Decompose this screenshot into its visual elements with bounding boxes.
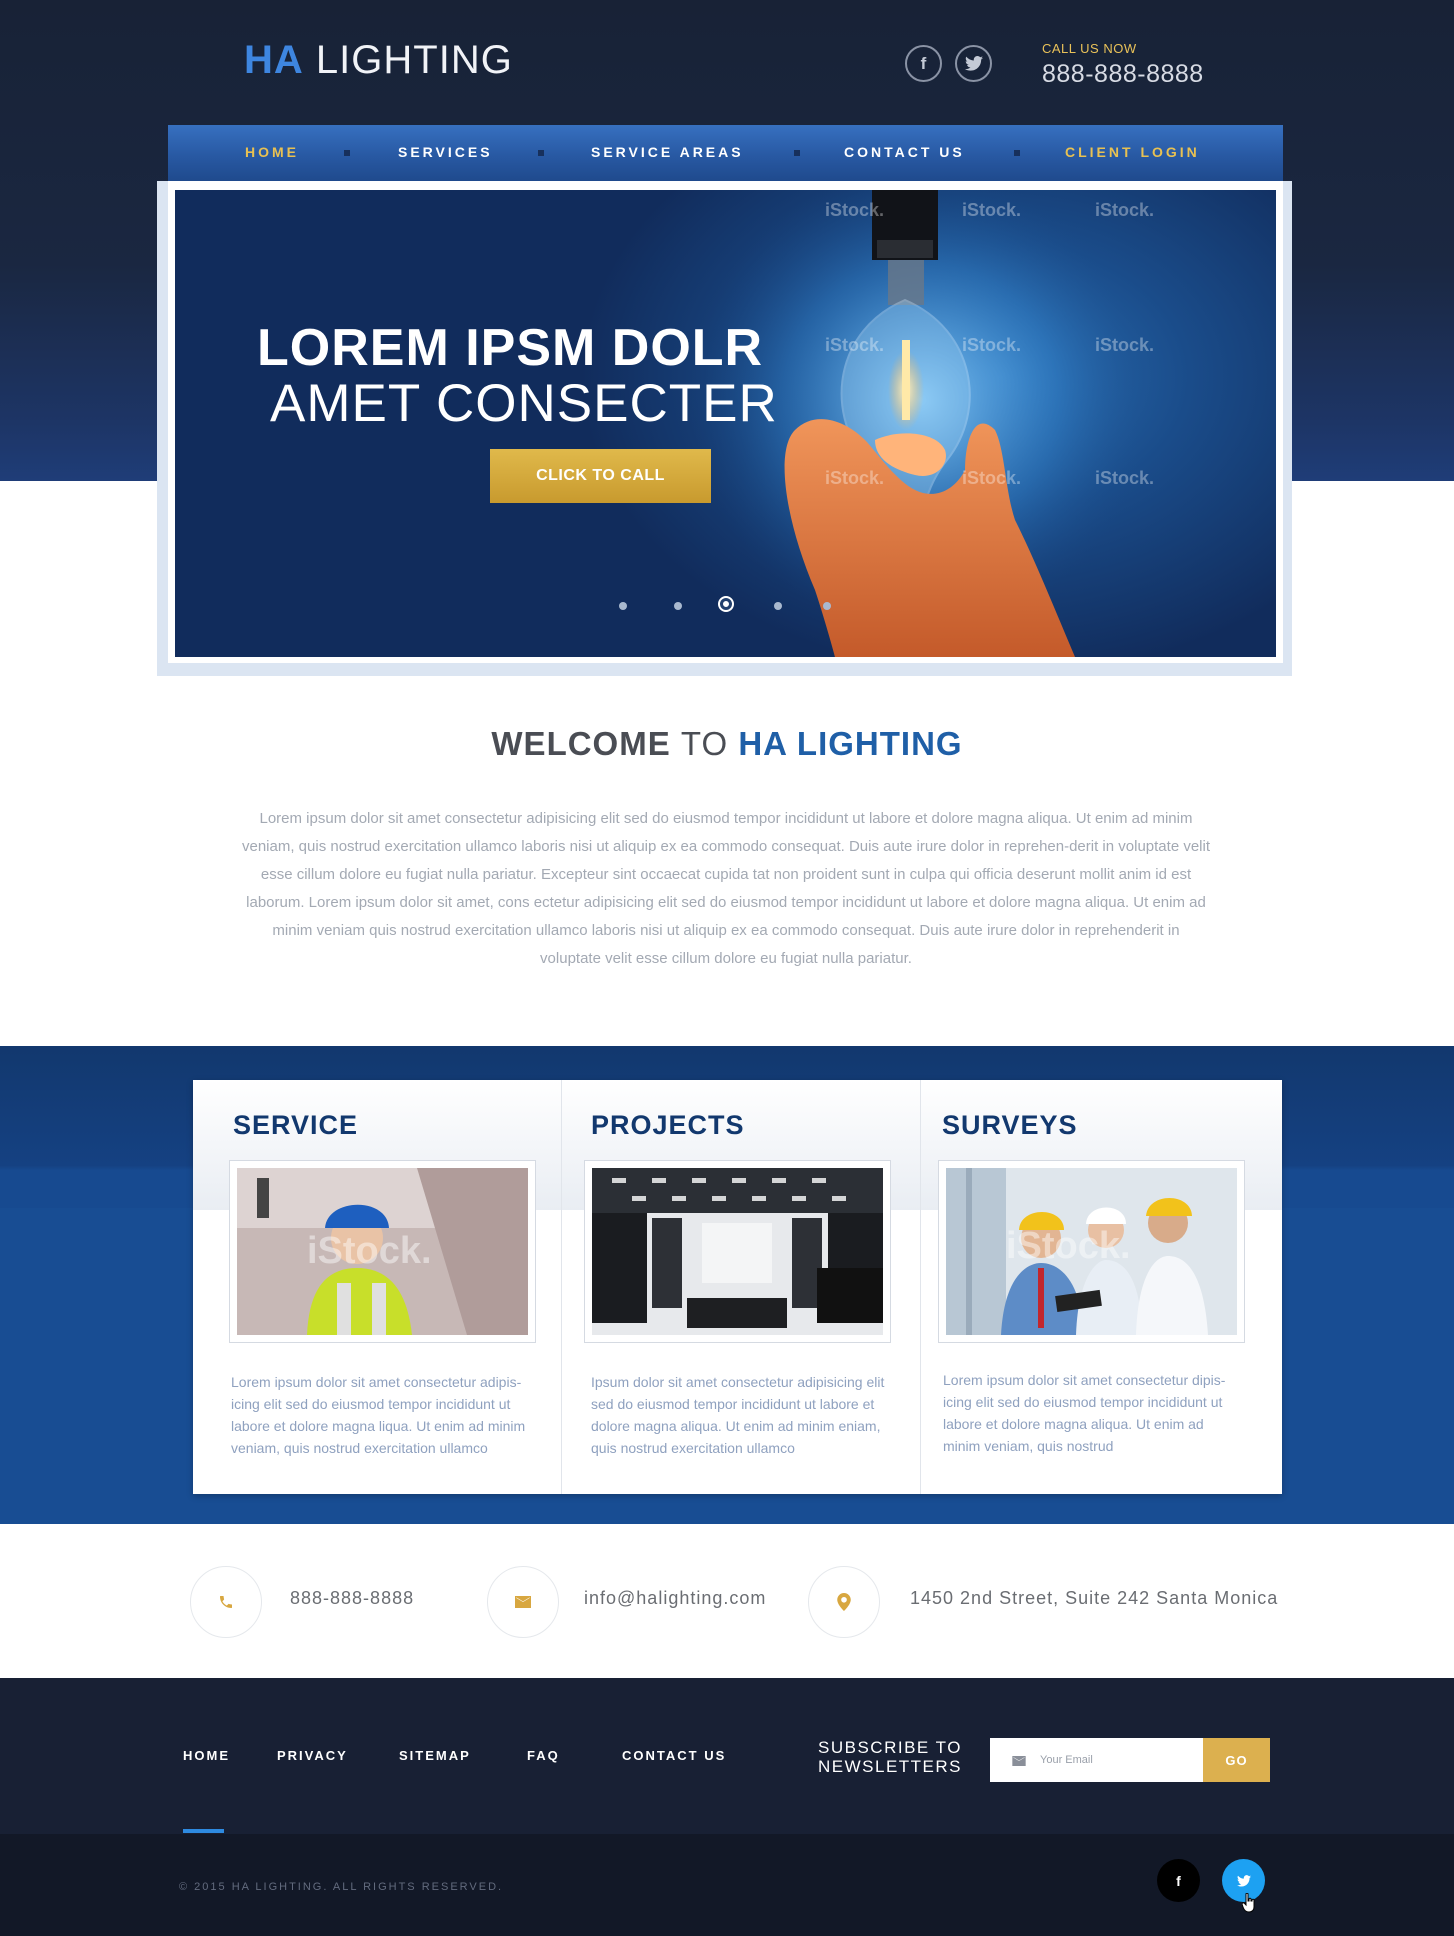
welcome-body-text: Lorem ipsum dolor sit amet consectetur a… <box>241 810 1210 967</box>
card-description: Lorem ipsum dolor sit amet consectetur a… <box>231 1374 526 1456</box>
feature-cards: SERVICE iStock. Lorem ipsum dolor sit am… <box>193 1080 1282 1494</box>
welcome-heading: WELCOME TO HA LIGHTING <box>0 725 1454 763</box>
facebook-icon[interactable]: f <box>905 45 942 82</box>
card-surveys[interactable]: SURVEYS iStock. Lorem ipsum dolor sit am… <box>920 1080 1282 1494</box>
phone-icon <box>190 1566 262 1638</box>
envelope-glyph <box>515 1596 531 1608</box>
nav-services[interactable]: SERVICES <box>398 144 493 160</box>
watermark-text: iStock. <box>825 335 885 355</box>
hand-cursor-icon <box>1242 1893 1255 1913</box>
footer-link-sitemap[interactable]: SITEMAP <box>399 1748 471 1763</box>
welcome-brand: HA LIGHTING <box>738 725 963 762</box>
envelope-icon <box>1012 1754 1026 1769</box>
page: HA LIGHTING f CALL US NOW 888-888-8888 H… <box>0 0 1454 1936</box>
nav-separator <box>538 150 544 156</box>
electrician-photo: iStock. <box>237 1168 528 1335</box>
twitter-bird-glyph <box>964 56 983 71</box>
card-description: Lorem ipsum dolor sit amet consectetur d… <box>943 1372 1226 1454</box>
footer-active-indicator <box>183 1829 224 1833</box>
watermark-text: iStock. <box>962 335 1022 355</box>
twitter-bird-glyph <box>1236 1874 1251 1887</box>
logo-text: LIGHTING <box>315 38 513 82</box>
watermark-text: iStock. <box>1095 335 1155 355</box>
card-title: SERVICE <box>233 1110 359 1140</box>
watermark-text: iStock. <box>962 200 1022 220</box>
card-image-frame: iStock. <box>229 1160 536 1343</box>
watermark-text: iStock. <box>825 200 885 220</box>
header-phone-number[interactable]: 888-888-8888 <box>1042 60 1204 89</box>
nav-home[interactable]: HOME <box>245 144 299 160</box>
watermark-text: iStock. <box>962 468 1022 488</box>
footer-link-home[interactable]: HOME <box>183 1748 230 1763</box>
newsletter-email-input[interactable] <box>1040 1738 1200 1782</box>
slider-dot[interactable] <box>823 602 831 610</box>
copyright-text: © 2015 HA LIGHTING. ALL RIGHTS RESERVED. <box>179 1881 504 1893</box>
card-title: SURVEYS <box>942 1110 1078 1140</box>
store-interior-photo <box>592 1168 883 1335</box>
twitter-icon[interactable] <box>955 45 992 82</box>
slider-dot[interactable] <box>774 602 782 610</box>
welcome-to: TO <box>680 725 729 762</box>
card-image-frame <box>584 1160 891 1343</box>
contact-phone[interactable]: 888-888-8888 <box>290 1588 414 1609</box>
map-pin-glyph <box>837 1593 851 1611</box>
call-us-label: CALL US NOW <box>1042 41 1137 56</box>
facebook-glyph: f <box>920 53 927 73</box>
click-to-call-button[interactable]: CLICK TO CALL <box>490 449 711 503</box>
map-pin-icon <box>808 1566 880 1638</box>
card-projects[interactable]: PROJECTS Ipsum dolor sit amet consectetu… <box>561 1080 920 1494</box>
subscribe-label: SUBSCRIBE TO NEWSLETTERS <box>818 1738 962 1776</box>
main-nav: HOME SERVICES SERVICE AREAS CONTACT US C… <box>168 125 1283 181</box>
card-description: Ipsum dolor sit amet consectetur adipisi… <box>591 1374 885 1456</box>
hero-headline: LOREM IPSM DOLR <box>257 319 764 377</box>
slider-dot[interactable] <box>619 602 627 610</box>
footer-link-faq[interactable]: FAQ <box>527 1748 560 1763</box>
engineers-photo: iStock. <box>946 1168 1237 1335</box>
nav-client-login[interactable]: CLIENT LOGIN <box>1065 144 1200 160</box>
footer-link-privacy[interactable]: PRIVACY <box>277 1748 348 1763</box>
facebook-icon[interactable]: f <box>1157 1859 1200 1902</box>
logo-bold: HA <box>244 38 304 82</box>
envelope-icon <box>487 1566 559 1638</box>
nav-separator <box>794 150 800 156</box>
contact-email[interactable]: info@halighting.com <box>584 1588 766 1609</box>
card-title: PROJECTS <box>591 1110 745 1140</box>
nav-service-areas[interactable]: SERVICE AREAS <box>591 144 744 160</box>
nav-separator <box>344 150 350 156</box>
envelope-glyph <box>1012 1756 1026 1766</box>
logo[interactable]: HA LIGHTING <box>244 38 513 83</box>
watermark-text: iStock. <box>1006 1225 1131 1267</box>
nav-separator <box>1014 150 1020 156</box>
slider-dot[interactable] <box>674 602 682 610</box>
newsletter-go-button[interactable]: GO <box>1203 1738 1270 1782</box>
nav-contact-us[interactable]: CONTACT US <box>844 144 965 160</box>
subscribe-line-2: NEWSLETTERS <box>818 1757 963 1776</box>
watermark-text: iStock. <box>307 1230 432 1272</box>
watermark-text: iStock. <box>1095 468 1155 488</box>
hero-slider[interactable]: iStock. iStock. iStock. iStock. iStock. … <box>175 190 1276 657</box>
watermark-text: iStock. <box>1095 200 1155 220</box>
phone-glyph <box>220 1596 232 1608</box>
slider-dot-active[interactable] <box>720 598 732 610</box>
contact-address: 1450 2nd Street, Suite 242 Santa Monica <box>910 1588 1279 1608</box>
subscribe-line-1: SUBSCRIBE TO <box>818 1738 962 1757</box>
card-image-frame: iStock. <box>938 1160 1245 1343</box>
facebook-glyph: f <box>1176 1872 1181 1889</box>
hero-subheadline: AMET CONSECTER <box>270 374 778 433</box>
watermark-text: iStock. <box>825 468 885 488</box>
card-service[interactable]: SERVICE iStock. Lorem ipsum dolor sit am… <box>193 1080 561 1494</box>
footer-link-contact-us[interactable]: CONTACT US <box>622 1748 726 1763</box>
welcome-word: WELCOME <box>491 725 671 762</box>
